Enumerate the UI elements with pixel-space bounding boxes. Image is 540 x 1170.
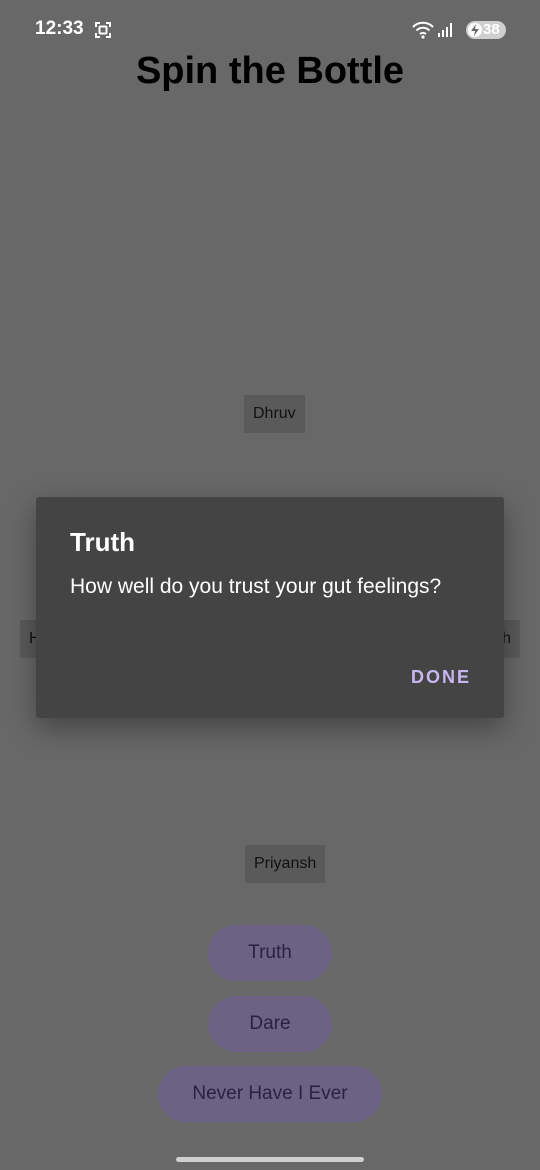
page-title: Spin the Bottle — [135, 50, 405, 92]
never-have-i-ever-button[interactable]: Never Have I Ever — [158, 1066, 382, 1122]
done-button[interactable]: DONE — [411, 667, 471, 688]
dialog-message: How well do you trust your gut feelings? — [70, 575, 442, 598]
truth-dialog: Truth How well do you trust your gut fee… — [36, 497, 504, 718]
battery-icon: 38 — [466, 21, 506, 39]
charging-bolt-icon — [468, 23, 482, 37]
dialog-title: Truth — [70, 527, 135, 557]
wifi-icon — [412, 21, 434, 39]
status-time: 12:33 — [35, 18, 84, 39]
dare-button[interactable]: Dare — [208, 996, 332, 1052]
truth-button[interactable]: Truth — [208, 925, 332, 981]
screen-record-icon — [95, 22, 111, 38]
signal-icon — [438, 23, 452, 37]
home-indicator[interactable] — [176, 1157, 364, 1162]
player-label-bottom: Priyansh — [245, 845, 326, 883]
battery-level: 38 — [483, 21, 500, 38]
player-label-top: Dhruv — [244, 395, 305, 433]
